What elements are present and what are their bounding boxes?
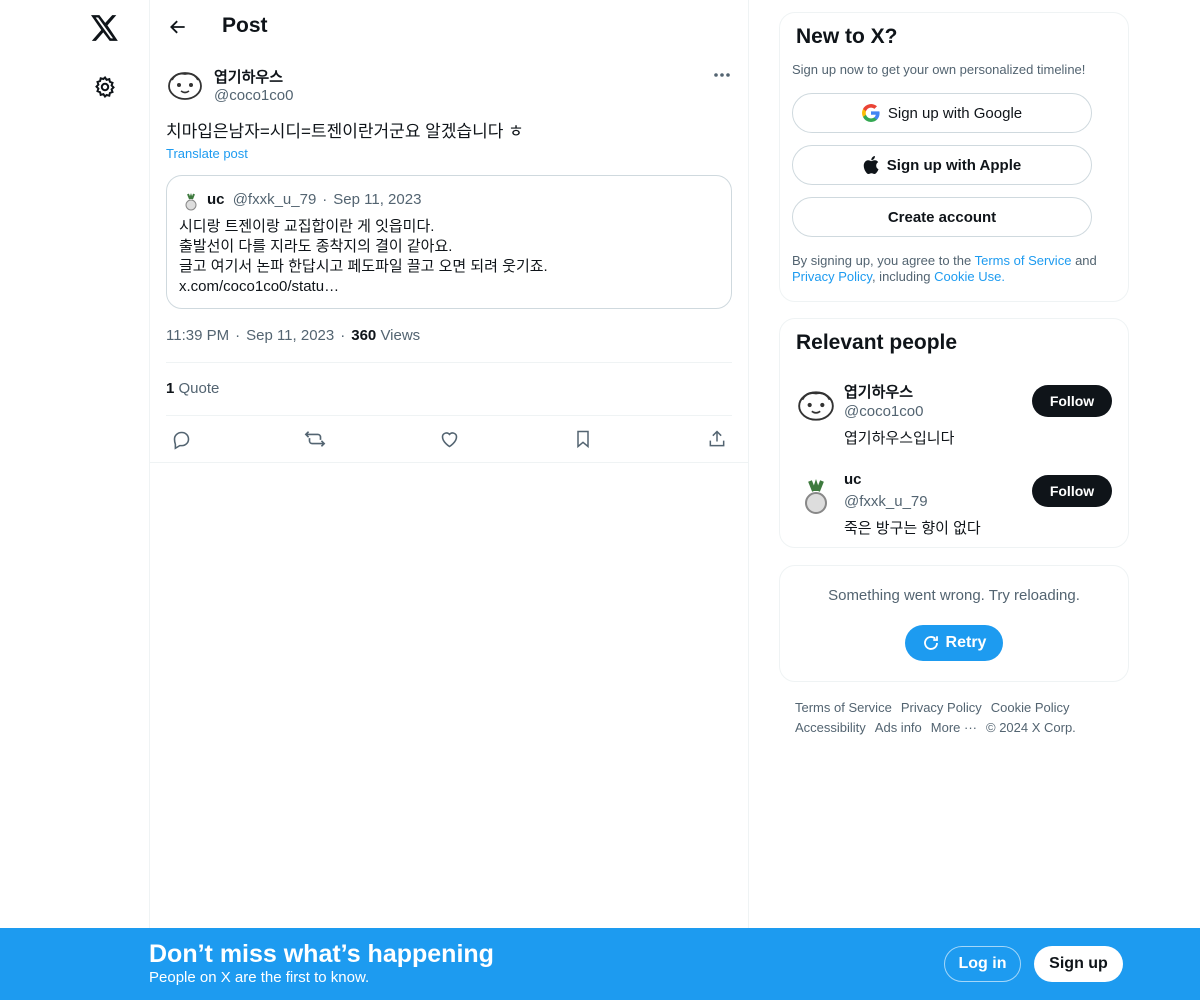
follow-button[interactable]: Follow (1032, 475, 1112, 507)
more-options-icon[interactable] (710, 66, 734, 84)
left-nav (0, 0, 150, 1000)
legal-prefix: By signing up, you agree to the (792, 253, 972, 268)
person-item[interactable]: 엽기하우스 @coco1co0 엽기하우스입니다 Follow (780, 381, 1128, 461)
create-account-button[interactable]: Create account (792, 197, 1092, 237)
apple-button-label: Sign up with Apple (886, 156, 1022, 174)
post-header: Post (150, 0, 749, 54)
signup-google-button[interactable]: Sign up with Google (792, 93, 1092, 133)
person-name[interactable]: uc (844, 471, 862, 488)
views-label: Views (380, 327, 421, 344)
person-bio: 엽기하우스입니다 (844, 430, 955, 447)
retry-button[interactable]: Retry (905, 625, 1003, 661)
quote-author-handle: @fxxk_u_79 (232, 191, 317, 208)
google-icon (861, 104, 880, 122)
signup-card: New to X? Sign up now to get your own pe… (779, 12, 1129, 302)
page-title: Post (222, 14, 268, 37)
quote-meta: uc @fxxk_u_79 · Sep 11, 2023 (207, 191, 422, 208)
author-handle[interactable]: @coco1co0 (214, 87, 293, 104)
legal-including: , including (871, 269, 931, 284)
gear-icon[interactable] (91, 73, 119, 101)
person-bio: 죽은 방구는 향이 없다 (844, 520, 981, 537)
terms-link[interactable]: Terms of Service (975, 253, 1072, 268)
signup-subtitle: Sign up now to get your own personalized… (792, 62, 1086, 77)
person-handle: @fxxk_u_79 (844, 493, 928, 510)
quote-avatar (181, 191, 201, 211)
signup-title: New to X? (796, 25, 898, 48)
reply-icon[interactable] (169, 427, 193, 451)
quotes-count: 1 (166, 380, 175, 397)
bookmark-icon[interactable] (571, 427, 595, 451)
translate-post-link[interactable]: Translate post (166, 146, 248, 161)
quote-author-name: uc (207, 191, 225, 208)
quote-line: x.com/coco1co0/statu… (179, 278, 340, 295)
person-avatar[interactable] (796, 385, 836, 425)
quote-text: 시디랑 트젠이랑 교집합이란 게 잇읍미다. 출발선이 다를 지라도 종착지의 … (179, 217, 548, 297)
footer-accessibility-link[interactable]: Accessibility (795, 720, 866, 735)
quotes-link[interactable]: 1 Quote (166, 380, 219, 397)
quote-line: 글고 여기서 논파 한답시고 페도파일 끌고 오면 되려 웃기죠. (179, 258, 548, 275)
footer-links: Terms of Service Privacy Policy Cookie Pol… (795, 698, 1125, 738)
error-card: Something went wrong. Try reloading. Ret… (779, 565, 1129, 682)
views-count: 360 (351, 327, 377, 344)
relevant-people-title: Relevant people (796, 331, 958, 354)
privacy-link[interactable]: Privacy Policy (792, 269, 872, 284)
footer-ads-link[interactable]: Ads info (875, 720, 922, 735)
quotes-label: Quote (178, 380, 220, 397)
legal-text: By signing up, you agree to the Terms of… (792, 253, 1122, 285)
post-column: Post 엽기하우스 @coco1co0 치마입은남자=시디=트젠이란거군요 알… (150, 0, 749, 1000)
footer-terms-link[interactable]: Terms of Service (795, 700, 892, 715)
author-name[interactable]: 엽기하우스 (214, 66, 283, 87)
bottom-signup-bar: Don’t miss what’s happening People on X … (0, 928, 1200, 1000)
back-arrow-icon[interactable] (164, 13, 192, 41)
person-avatar[interactable] (796, 475, 836, 515)
quoted-post[interactable]: uc @fxxk_u_79 · Sep 11, 2023 시디랑 트젠이랑 교집합이… (166, 175, 732, 309)
share-icon[interactable] (705, 427, 729, 451)
post-time[interactable]: 11:39 PM (166, 327, 229, 344)
legal-and: and (1075, 253, 1097, 268)
follow-button[interactable]: Follow (1032, 385, 1112, 417)
post-date[interactable]: Sep 11, 2023 (246, 327, 334, 344)
relevant-people-card: Relevant people 엽기하우스 @coco1co0 엽기하우스입니다… (779, 318, 1129, 548)
google-button-label: Sign up with Google (887, 104, 1023, 122)
footer-privacy-link[interactable]: Privacy Policy (901, 700, 982, 715)
repost-icon[interactable] (303, 427, 327, 451)
quote-date: Sep 11, 2023 (333, 191, 422, 208)
person-item[interactable]: uc @fxxk_u_79 죽은 방구는 향이 없다 Follow (780, 471, 1128, 551)
refresh-icon (923, 636, 938, 650)
cookie-link[interactable]: Cookie Use. (934, 269, 1005, 284)
error-message: Something went wrong. Try reloading. (828, 587, 1080, 604)
footer-cookie-link[interactable]: Cookie Policy (991, 700, 1070, 715)
post-text: 치마입은남자=시디=트젠이란거군요 알겠습니다 ㅎ (166, 122, 524, 141)
signup-button[interactable]: Sign up (1034, 946, 1123, 982)
apple-icon (863, 156, 879, 174)
footer-more-link[interactable]: More ··· (931, 720, 977, 735)
retry-label: Retry (945, 634, 987, 651)
x-logo-icon[interactable] (88, 12, 122, 44)
author-avatar[interactable] (166, 66, 204, 104)
like-icon[interactable] (437, 427, 461, 451)
person-handle: @coco1co0 (844, 403, 924, 420)
login-button[interactable]: Log in (944, 946, 1021, 982)
signup-apple-button[interactable]: Sign up with Apple (792, 145, 1092, 185)
quote-line: 출발선이 다를 지라도 종착지의 결이 같아요. (179, 238, 453, 255)
action-bar (150, 415, 749, 463)
bottom-bar-subtitle: People on X are the first to know. (149, 969, 370, 986)
bottom-bar-title: Don’t miss what’s happening (149, 940, 494, 968)
copyright: © 2024 X Corp. (986, 720, 1076, 735)
create-account-label: Create account (887, 208, 997, 226)
person-name[interactable]: 엽기하우스 (844, 381, 913, 402)
quote-line: 시디랑 트젠이랑 교집합이란 게 잇읍미다. (179, 218, 435, 235)
post-timestamp: 11:39 PM · Sep 11, 2023 · 360 Views (166, 327, 421, 344)
divider (166, 362, 732, 363)
